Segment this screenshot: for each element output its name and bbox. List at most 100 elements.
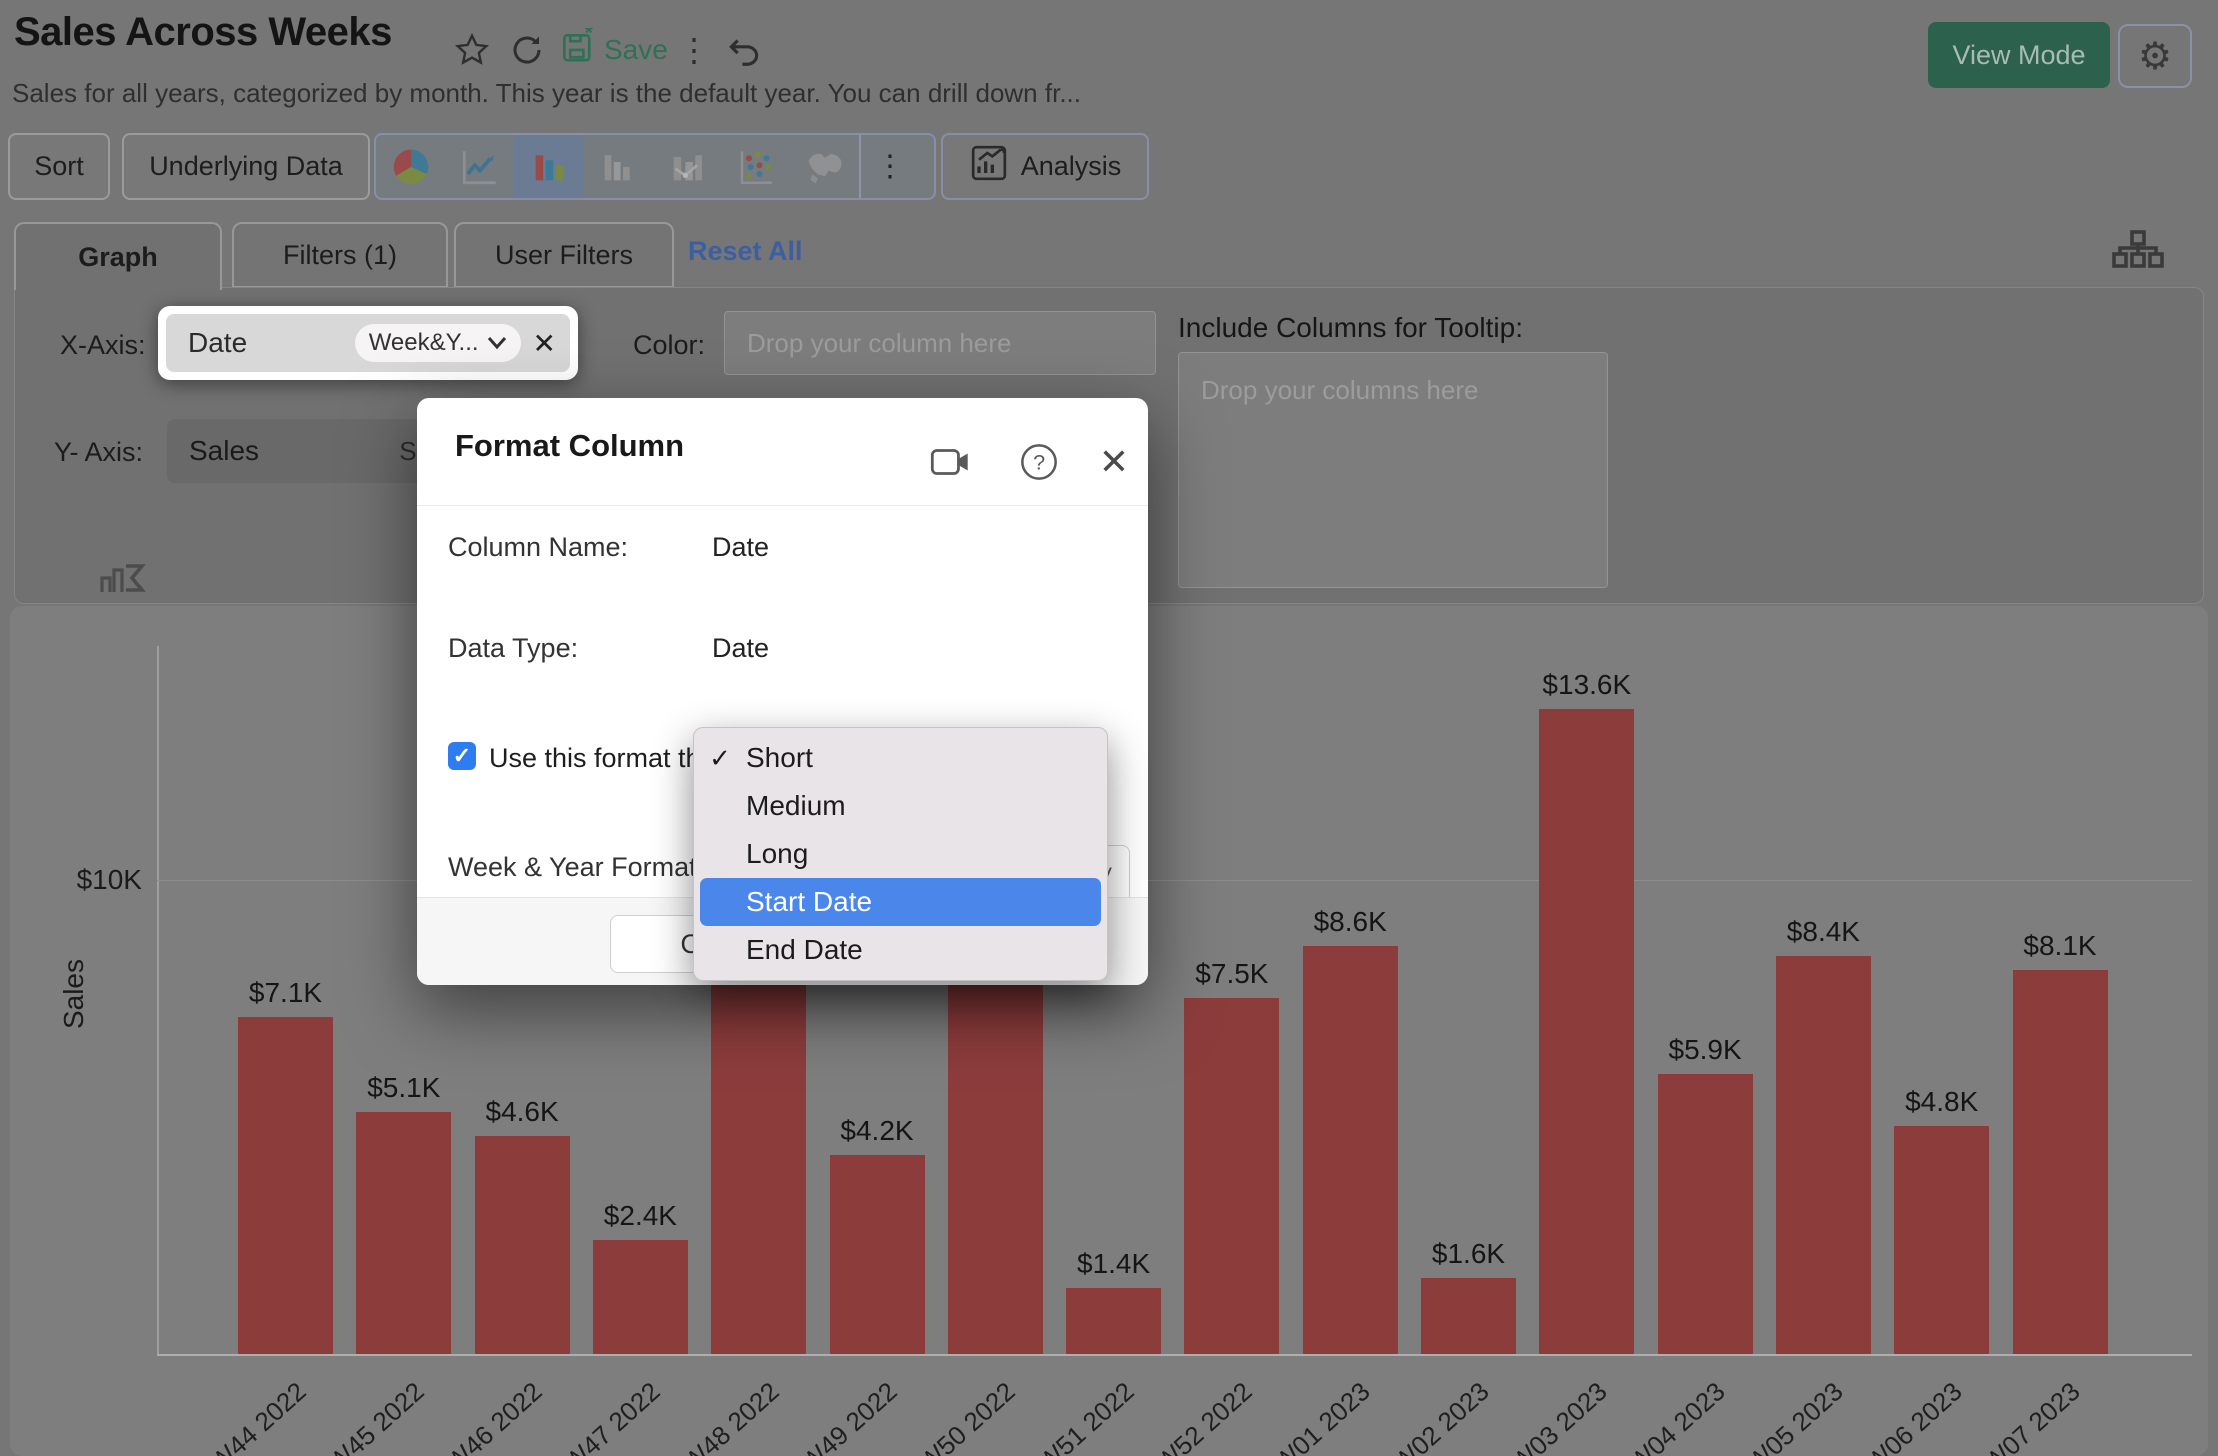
x-axis-line bbox=[157, 1354, 2192, 1356]
option-label: Long bbox=[746, 838, 808, 870]
bar-value-label: $8.1K bbox=[1990, 930, 2130, 962]
x-axis-tick-label: W07 2023 bbox=[1939, 1376, 2086, 1456]
x-axis-tick-label: W05 2023 bbox=[1703, 1376, 1850, 1456]
bar-line-combo-icon[interactable] bbox=[652, 135, 721, 198]
y-axis-field-label: Y- Axis: bbox=[54, 437, 143, 468]
option-label: Short bbox=[746, 742, 813, 774]
bar-value-label: $7.1K bbox=[216, 977, 356, 1009]
bar-value-label: $5.9K bbox=[1635, 1034, 1775, 1066]
x-axis-tick-label: W06 2023 bbox=[1821, 1376, 1968, 1456]
sort-button[interactable]: Sort bbox=[8, 133, 110, 200]
bar[interactable] bbox=[1421, 1278, 1516, 1354]
dropdown-option[interactable]: Long bbox=[694, 830, 1107, 878]
page-title: Sales Across Weeks bbox=[14, 10, 392, 55]
bar-value-label: $4.8K bbox=[1872, 1086, 2012, 1118]
x-axis-tick-label: W45 2022 bbox=[283, 1376, 430, 1456]
tab-graph[interactable]: Graph bbox=[14, 222, 222, 290]
refresh-icon[interactable] bbox=[505, 28, 549, 72]
checkmark-icon: ✓ bbox=[453, 743, 471, 769]
help-icon[interactable]: ? bbox=[1017, 442, 1061, 482]
dropdown-option[interactable]: Start Date bbox=[700, 878, 1101, 926]
bar[interactable] bbox=[1658, 1074, 1753, 1354]
x-axis-tick-label: W44 2022 bbox=[165, 1376, 312, 1456]
line-chart-icon[interactable] bbox=[445, 135, 514, 198]
data-type-label: Data Type: bbox=[448, 633, 578, 664]
dropdown-option[interactable]: Medium bbox=[694, 782, 1107, 830]
bar[interactable] bbox=[356, 1112, 451, 1354]
underlying-data-button[interactable]: Underlying Data bbox=[122, 133, 370, 200]
scatter-plot-icon[interactable] bbox=[721, 135, 790, 198]
x-axis-tick-label: W48 2022 bbox=[638, 1376, 785, 1456]
y-axis-line bbox=[157, 646, 159, 1354]
bar-value-label: $4.6K bbox=[452, 1096, 592, 1128]
grouped-bar-icon[interactable] bbox=[583, 135, 652, 198]
bar[interactable] bbox=[1066, 1288, 1161, 1354]
map-chart-icon[interactable] bbox=[790, 135, 859, 198]
x-axis-tick-label: W52 2022 bbox=[1111, 1376, 1258, 1456]
svg-text:*: * bbox=[585, 28, 593, 45]
column-name-value: Date bbox=[712, 532, 769, 563]
view-mode-button[interactable]: View Mode bbox=[1928, 22, 2110, 88]
y-axis-field[interactable]: Sales Su bbox=[167, 419, 437, 483]
y-axis-tick-label: $10K bbox=[10, 864, 142, 896]
x-axis-tick-label: W49 2022 bbox=[756, 1376, 903, 1456]
hierarchy-icon[interactable] bbox=[2110, 228, 2166, 277]
x-axis-field-highlighted[interactable]: Date Week&Y... ✕ bbox=[158, 306, 578, 380]
more-chart-types-icon[interactable]: ⋮ bbox=[861, 135, 919, 198]
settings-button[interactable]: ⚙ bbox=[2118, 24, 2192, 88]
x-axis-tick-label: W02 2023 bbox=[1348, 1376, 1495, 1456]
x-axis-column-name: Date bbox=[188, 327, 355, 359]
bar-chart-icon[interactable] bbox=[514, 135, 583, 198]
data-type-value: Date bbox=[712, 633, 769, 664]
analysis-button[interactable]: Analysis bbox=[941, 133, 1149, 200]
bar-value-label: $1.4K bbox=[1044, 1248, 1184, 1280]
bar[interactable] bbox=[830, 1155, 925, 1354]
x-axis-tick-label: W03 2023 bbox=[1466, 1376, 1613, 1456]
use-format-checkbox[interactable]: ✓ bbox=[448, 742, 476, 770]
video-help-icon[interactable] bbox=[928, 442, 972, 482]
x-axis-field-label: X-Axis: bbox=[60, 330, 146, 361]
bar[interactable] bbox=[1303, 946, 1398, 1354]
kebab-menu-icon[interactable]: ⋮ bbox=[672, 28, 716, 72]
bar[interactable] bbox=[1184, 998, 1279, 1354]
y-axis-column-name: Sales bbox=[189, 435, 399, 467]
close-icon[interactable]: ✕ bbox=[1092, 442, 1136, 482]
bar-value-label: $1.6K bbox=[1399, 1238, 1539, 1270]
x-axis-tick-label: W46 2022 bbox=[401, 1376, 548, 1456]
bar[interactable] bbox=[2013, 970, 2108, 1354]
x-axis-tick-label: W04 2023 bbox=[1584, 1376, 1731, 1456]
bar[interactable] bbox=[1776, 956, 1871, 1354]
tab-filters[interactable]: Filters (1) bbox=[232, 222, 448, 288]
y-axis-title: Sales bbox=[58, 934, 90, 1054]
color-drop-zone[interactable]: Drop your column here bbox=[724, 311, 1156, 375]
chart-type-toolbar: ⋮ bbox=[374, 133, 936, 200]
page-description: Sales for all years, categorized by mont… bbox=[12, 78, 1081, 109]
bar-value-label: $8.4K bbox=[1753, 916, 1893, 948]
option-label: Start Date bbox=[746, 886, 872, 918]
bar[interactable] bbox=[1539, 709, 1634, 1354]
week-year-format-label: Week & Year Format: bbox=[448, 852, 704, 883]
undo-icon[interactable] bbox=[722, 28, 766, 72]
bar[interactable] bbox=[593, 1240, 688, 1354]
bar[interactable] bbox=[1894, 1126, 1989, 1354]
tab-user-filters[interactable]: User Filters bbox=[454, 222, 674, 288]
remove-x-column-icon[interactable]: ✕ bbox=[533, 327, 556, 360]
summary-sigma-icon[interactable] bbox=[96, 552, 148, 601]
svg-text:?: ? bbox=[1033, 450, 1045, 475]
bar-value-label: $2.4K bbox=[570, 1200, 710, 1232]
option-label: Medium bbox=[746, 790, 846, 822]
option-check-icon: ✓ bbox=[694, 743, 746, 774]
dropdown-option[interactable]: ✓Short bbox=[694, 734, 1107, 782]
format-options-menu: ✓Short Medium Long Start Date End Date bbox=[693, 727, 1108, 981]
pie-chart-icon[interactable] bbox=[376, 135, 445, 198]
tooltip-drop-zone[interactable]: Drop your columns here bbox=[1178, 352, 1608, 588]
star-icon[interactable] bbox=[450, 28, 494, 72]
bar[interactable] bbox=[238, 1017, 333, 1354]
bar[interactable] bbox=[475, 1136, 570, 1354]
chevron-down-icon bbox=[487, 336, 507, 350]
x-axis-format-badge[interactable]: Week&Y... bbox=[355, 324, 521, 362]
save-button[interactable]: * Save bbox=[560, 28, 668, 71]
dropdown-option[interactable]: End Date bbox=[694, 926, 1107, 974]
analysis-label: Analysis bbox=[1021, 151, 1122, 182]
reset-all-link[interactable]: Reset All bbox=[688, 236, 803, 267]
